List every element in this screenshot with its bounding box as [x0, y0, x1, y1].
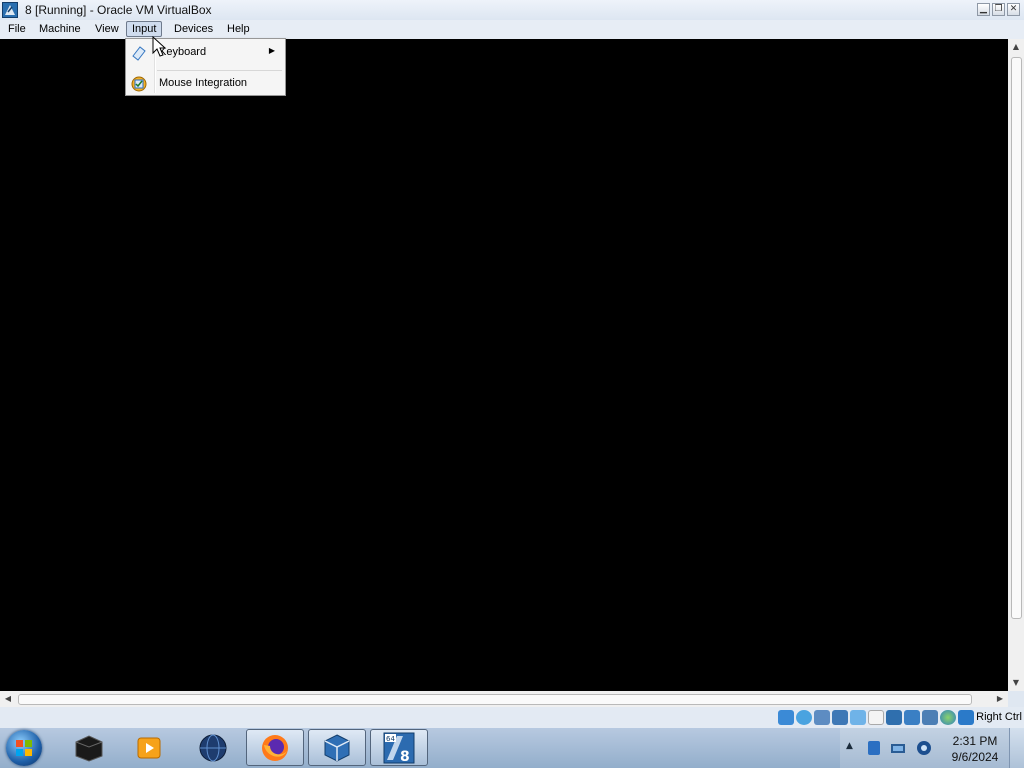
display-icon[interactable]: [886, 710, 902, 725]
virtualbox-icon: [324, 733, 350, 762]
network-icon[interactable]: [832, 710, 848, 725]
mouse-integration-icon[interactable]: [940, 710, 956, 725]
scroll-down-icon[interactable]: ▼: [1008, 675, 1024, 691]
tray-app-icon[interactable]: [866, 740, 882, 756]
window-title: 8 [Running] - Oracle VM VirtualBox: [25, 3, 212, 17]
taskbar-app-globe[interactable]: [184, 729, 242, 766]
clock-time: 2:31 PM: [952, 734, 998, 748]
host-key-icon[interactable]: [958, 710, 974, 725]
windows-flag-icon: [16, 740, 32, 756]
shared-folders-icon[interactable]: [868, 710, 884, 725]
system-tray: ▲ 2:31 PM 9/6/2024: [840, 728, 1024, 768]
vm-8-icon: 64 8: [383, 732, 415, 764]
network-tray-icon[interactable]: [916, 740, 932, 756]
hard-disk-icon[interactable]: [778, 710, 794, 725]
menu-view[interactable]: View: [90, 22, 124, 37]
menu-item-mouse-integration[interactable]: Mouse Integration: [128, 72, 283, 96]
virtualbox-vm-icon: [2, 2, 18, 18]
audio-icon[interactable]: [814, 710, 830, 725]
menu-file[interactable]: File: [3, 22, 31, 37]
firefox-icon: [262, 734, 288, 761]
show-hidden-icons-icon[interactable]: ▲: [846, 741, 853, 751]
close-button[interactable]: ✕: [1007, 3, 1020, 16]
mouse-cursor-icon: [152, 36, 167, 57]
restore-button[interactable]: ❐: [992, 3, 1005, 16]
start-button[interactable]: [6, 730, 42, 766]
mouse-integration-icon: [131, 76, 147, 92]
video-capture-icon[interactable]: [904, 710, 920, 725]
menu-item-mouse-integration-label: Mouse Integration: [159, 77, 248, 89]
title-bar: 8 [Running] - Oracle VM VirtualBox ▁ ❐ ✕: [0, 0, 1024, 20]
host-key-label: Right Ctrl: [976, 711, 1022, 723]
status-icons: [778, 710, 974, 725]
minimize-icon: ▁: [980, 4, 987, 14]
input-menu: Keyboard ▶ Mouse Integration: [125, 38, 286, 96]
menu-help[interactable]: Help: [222, 22, 255, 37]
menu-input[interactable]: Input: [126, 21, 163, 37]
close-icon: ✕: [1009, 4, 1018, 14]
keyboard-icon: [132, 46, 146, 61]
vertical-scrollbar[interactable]: ▲ ▼: [1008, 39, 1024, 691]
horizontal-scrollbar[interactable]: ◀ ▶: [0, 691, 1008, 707]
taskbar-app-explorer-dark[interactable]: [60, 729, 118, 766]
dark-box-icon: [75, 734, 103, 762]
taskbar-app-firefox[interactable]: [246, 729, 304, 766]
menu-separator: [157, 70, 282, 71]
optical-drive-icon[interactable]: [796, 710, 812, 725]
clock-date: 9/6/2024: [951, 750, 999, 764]
globe-icon: [199, 734, 227, 761]
usb-icon[interactable]: [850, 710, 866, 725]
submenu-arrow-icon: ▶: [268, 46, 275, 55]
menu-machine[interactable]: Machine: [34, 22, 86, 37]
status-bar: Right Ctrl: [0, 707, 1024, 728]
action-center-icon[interactable]: [890, 740, 906, 756]
scroll-up-icon[interactable]: ▲: [1008, 39, 1024, 55]
taskbar-app-vm-8[interactable]: 64 8: [370, 729, 428, 766]
media-player-icon: [137, 737, 161, 758]
show-desktop-button[interactable]: [1009, 728, 1024, 768]
clock[interactable]: 2:31 PM 9/6/2024: [940, 733, 1010, 765]
vertical-scroll-thumb[interactable]: [1011, 57, 1022, 619]
window-controls: ▁ ❐ ✕: [977, 3, 1020, 16]
taskbar-app-media[interactable]: [120, 729, 178, 766]
vm-64-badge: 64: [386, 735, 395, 743]
vm-display[interactable]: [0, 39, 1008, 691]
minimize-button[interactable]: ▁: [977, 3, 990, 16]
restore-icon: ❐: [994, 4, 1003, 14]
scroll-left-icon[interactable]: ◀: [0, 691, 16, 707]
taskbar-app-virtualbox[interactable]: [308, 729, 366, 766]
cpu-icon[interactable]: [922, 710, 938, 725]
horizontal-scroll-thumb[interactable]: [18, 694, 972, 705]
menu-devices[interactable]: Devices: [169, 22, 218, 37]
scroll-right-icon[interactable]: ▶: [992, 691, 1008, 707]
vm-8-badge: 8: [400, 749, 410, 764]
